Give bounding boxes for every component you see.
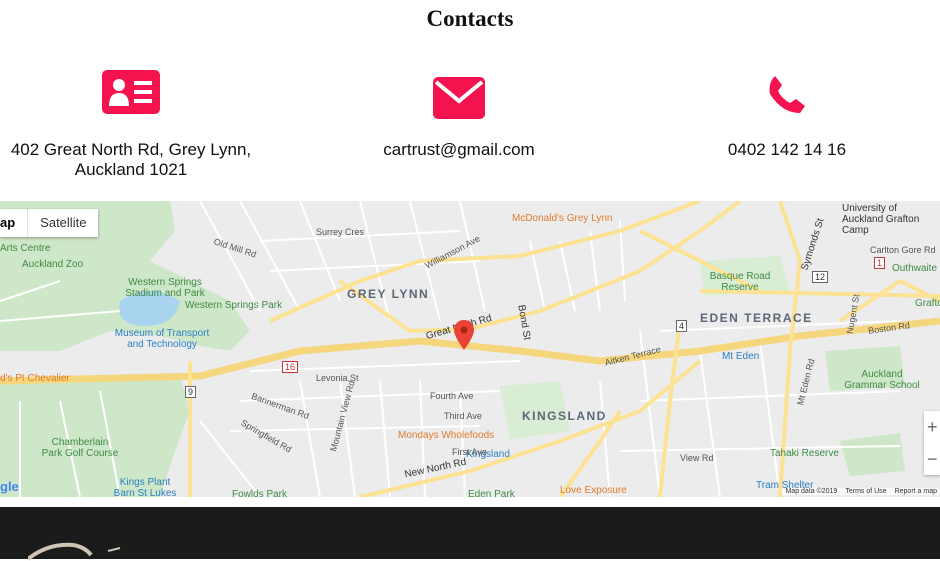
map-label-love-exposure: Love Exposure	[560, 485, 627, 496]
map-data-text: Map data ©2019	[785, 488, 838, 495]
footer-logo-icon	[28, 542, 121, 561]
footer	[0, 507, 940, 561]
map-type-control: ap Satellite	[0, 209, 99, 237]
envelope-icon	[319, 70, 599, 126]
contact-email-text[interactable]: cartrust@gmail.com	[319, 140, 599, 160]
map-label-mcdonalds: McDonald's Grey Lynn	[512, 213, 613, 224]
map-label-eden-terrace: EDEN TERRACE	[700, 311, 813, 325]
contact-address: 402 Great North Rd, Grey Lynn, Auckland …	[0, 70, 271, 180]
contact-email: cartrust@gmail.com	[319, 70, 599, 160]
map-type-satellite-tab[interactable]: Satellite	[27, 209, 98, 237]
phone-icon	[647, 70, 927, 126]
contact-address-text: 402 Great North Rd, Grey Lynn, Auckland …	[10, 140, 252, 179]
map-label-basque-road-reserve: Basque Road Reserve	[709, 271, 771, 293]
terms-of-use-link[interactable]: Terms of Use	[845, 488, 886, 495]
map-label-auckland-grammar: Auckland Grammar School	[844, 369, 920, 391]
map-label-mt-eden: Mt Eden	[722, 351, 760, 362]
map-label-fourth-ave: Fourth Ave	[430, 391, 474, 401]
map-label-eden-park: Eden Park	[468, 489, 515, 497]
route-12-shield: 12	[812, 271, 829, 283]
map-label-surrey-cres: Surrey Cres	[316, 227, 365, 237]
map-label-graftc: Graftc	[915, 298, 940, 309]
map-type-map-tab[interactable]: ap	[0, 209, 27, 237]
map-label-mondays-wholefoods: Mondays Wholefoods	[398, 430, 495, 441]
map-label-kings-plant-barn: Kings Plant Barn St Lukes	[113, 477, 177, 497]
contact-phone: 0402 142 14 16	[647, 70, 927, 160]
map-label-auckland-zoo: Auckland Zoo	[22, 259, 84, 270]
contact-phone-text[interactable]: 0402 142 14 16	[647, 140, 927, 160]
map-label-tahaki-reserve: Tahaki Reserve	[770, 448, 839, 459]
map-label-grey-lynn: GREY LYNN	[347, 287, 430, 301]
map-label-chamberlain-park: Chamberlain Park Golf Course	[41, 437, 119, 459]
address-card-icon	[0, 70, 271, 126]
map-label-outhwaite: Outhwaite	[892, 263, 938, 274]
map-attribution: Map data ©2019 Terms of Use Report a map	[782, 488, 940, 495]
map-label-fowlds-park: Fowlds Park	[232, 489, 288, 497]
route-16-shield: 16	[282, 361, 299, 373]
map-label-motat: Museum of Transport and Technology	[114, 328, 210, 350]
route-9-shield: 9	[185, 386, 197, 398]
map-label-third-ave: Third Ave	[444, 411, 482, 421]
map-label-arts-centre: Arts Centre	[0, 243, 51, 254]
google-map[interactable]: GREY LYNN EDEN TERRACE KINGSLAND Great N…	[0, 201, 940, 497]
google-logo: gle	[0, 479, 19, 494]
map-label-western-springs-stadium: Western Springs Stadium and Park	[125, 277, 205, 299]
map-label-carlton-gore-rd: Carlton Gore Rd	[870, 245, 936, 255]
zoom-out-button[interactable]: −	[924, 443, 940, 475]
map-label-pt-chevalier: d's Pt Chevalier	[0, 373, 70, 384]
page-title: Contacts	[426, 6, 514, 31]
route-1-shield: 1	[874, 257, 886, 269]
location-pin-icon[interactable]	[454, 320, 474, 350]
map-label-first-ave: First Ave	[452, 447, 487, 457]
zoom-in-button[interactable]: +	[924, 411, 940, 443]
map-label-western-springs-park: Western Springs Park	[185, 300, 283, 311]
zoom-control: + −	[924, 411, 940, 475]
map-label-university: University of Auckland Grafton Camp	[842, 203, 920, 236]
report-map-link[interactable]: Report a map	[895, 488, 937, 495]
map-label-view-rd: View Rd	[680, 453, 714, 463]
map-label-kingsland: KINGSLAND	[522, 409, 607, 423]
route-4-shield: 4	[676, 320, 688, 332]
